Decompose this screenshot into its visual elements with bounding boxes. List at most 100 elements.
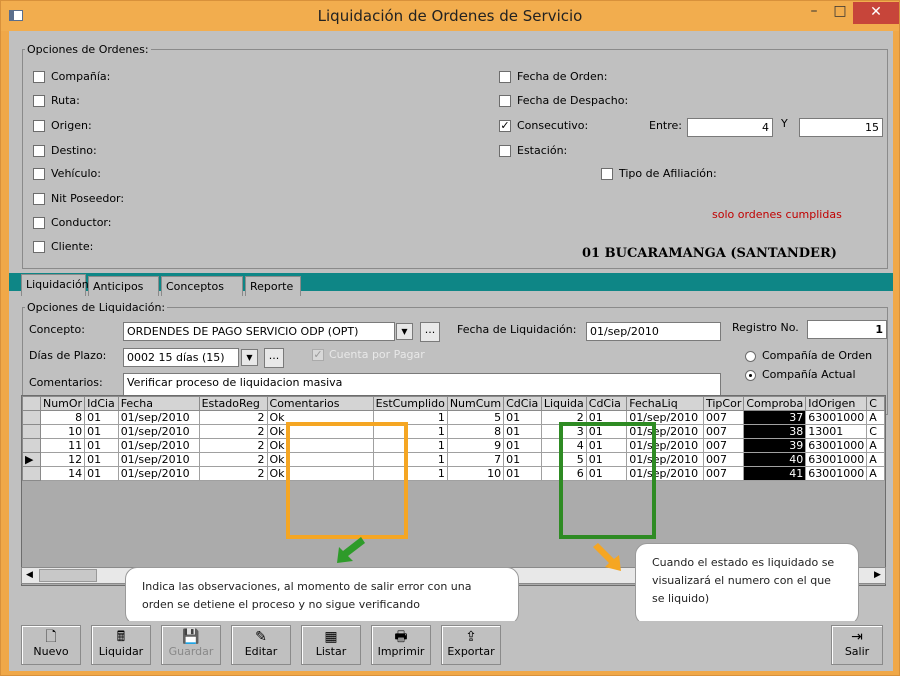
table-row[interactable]: 8 01 01/sep/2010 2 Ok 1 5 01 2 01 01/sep/2010 007 37…: [22, 410, 885, 425]
grid-cell[interactable]: 37: [743, 410, 807, 425]
grid-column-header[interactable]: Fecha: [117, 396, 200, 411]
grid-cell[interactable]: 007: [702, 438, 745, 453]
grid-cell[interactable]: 01/sep/2010: [117, 424, 200, 439]
fecha-liquidacion-input[interactable]: 01/sep/2010: [586, 322, 721, 341]
checkbox-2[interactable]: [33, 120, 45, 132]
grid-cell[interactable]: 7: [446, 452, 505, 467]
checkbox-7[interactable]: [33, 241, 45, 253]
maximize-button[interactable]: □: [827, 2, 853, 22]
grid-cell[interactable]: 8: [39, 410, 86, 425]
title-bar[interactable]: Liquidación de Ordenes de Servicio – □ ✕: [1, 1, 899, 31]
grid-column-header[interactable]: EstCumplido: [372, 396, 448, 411]
grid-cell[interactable]: 01: [503, 466, 542, 481]
checkbox-5[interactable]: [33, 193, 45, 205]
grid-cell[interactable]: 01/sep/2010: [117, 452, 200, 467]
grid-column-header[interactable]: CdCia: [585, 396, 628, 411]
minimize-button[interactable]: –: [801, 2, 827, 22]
grid-cell[interactable]: 01: [503, 410, 542, 425]
grid-cell[interactable]: 2: [198, 424, 268, 439]
grid-cell[interactable]: 007: [702, 424, 745, 439]
tipo-afiliacion-checkbox[interactable]: [601, 168, 613, 180]
checkbox-6[interactable]: [33, 217, 45, 229]
checkbox-0[interactable]: [33, 71, 45, 83]
grid-cell[interactable]: 2: [198, 452, 268, 467]
grid-cell[interactable]: 8: [446, 424, 505, 439]
grid-cell[interactable]: A: [866, 438, 885, 453]
grid-cell[interactable]: 63001000: [805, 410, 868, 425]
row-selector[interactable]: [22, 410, 41, 425]
y-input[interactable]: 15: [799, 118, 883, 137]
grid-cell[interactable]: 007: [702, 410, 745, 425]
grid-cell[interactable]: 007: [702, 452, 745, 467]
row-selector[interactable]: [22, 438, 41, 453]
grid-cell[interactable]: 13001: [805, 424, 868, 439]
scroll-left-icon[interactable]: ◀: [22, 568, 37, 583]
salir-button[interactable]: ⇥ Salir: [831, 625, 883, 665]
grid-cell[interactable]: 2: [198, 410, 268, 425]
dias-plazo-select[interactable]: 0002 15 días (15): [123, 348, 239, 367]
dias-plazo-dropdown-icon[interactable]: ▼: [241, 349, 258, 366]
listar-button[interactable]: ▦ Listar: [301, 625, 361, 665]
scroll-thumb[interactable]: [39, 569, 97, 582]
grid-cell[interactable]: 41: [743, 466, 807, 481]
scroll-right-icon[interactable]: ▶: [870, 568, 885, 583]
concepto-dropdown-icon[interactable]: ▼: [396, 323, 413, 340]
grid-cell[interactable]: 38: [743, 424, 807, 439]
grid-cell[interactable]: 12: [39, 452, 86, 467]
grid-column-header[interactable]: IdOrigen: [805, 396, 868, 411]
grid-cell[interactable]: 10: [446, 466, 505, 481]
grid-cell[interactable]: 5: [446, 410, 505, 425]
concepto-select[interactable]: ORDENDES DE PAGO SERVICIO ODP (OPT): [123, 322, 395, 341]
table-row[interactable]: 14 01 01/sep/2010 2 Ok 1 10 01 6 01 01/sep/2010 007…: [22, 466, 885, 481]
row-selector[interactable]: [22, 424, 41, 439]
grid-cell[interactable]: 9: [446, 438, 505, 453]
grid-cell[interactable]: 10: [39, 424, 86, 439]
close-button[interactable]: ✕: [853, 2, 899, 24]
dias-plazo-browse-button[interactable]: ...: [264, 348, 284, 368]
checkbox-4[interactable]: [33, 168, 45, 180]
concepto-browse-button[interactable]: ...: [420, 322, 440, 342]
grid-cell[interactable]: 01: [503, 438, 542, 453]
grid-column-header[interactable]: Comproba: [743, 396, 807, 411]
checkbox-3[interactable]: [33, 145, 45, 157]
grid-cell[interactable]: 01: [503, 452, 542, 467]
grid-cell[interactable]: 01: [84, 410, 119, 425]
guardar-button[interactable]: 💾 Guardar: [161, 625, 221, 665]
grid-cell[interactable]: 01/sep/2010: [117, 410, 200, 425]
registro-input[interactable]: 1: [807, 320, 887, 339]
editar-button[interactable]: ✎ Editar: [231, 625, 291, 665]
imprimir-button[interactable]: 🖶 Imprimir: [371, 625, 431, 665]
grid-column-header[interactable]: Liquida: [540, 396, 587, 411]
grid-cell[interactable]: 01/sep/2010: [117, 466, 200, 481]
grid-cell[interactable]: 63001000: [805, 452, 868, 467]
tab-anticipos[interactable]: Anticipos: [88, 276, 159, 296]
grid-cell[interactable]: 39: [743, 438, 807, 453]
tab-reporte[interactable]: Reporte: [245, 276, 301, 296]
fecha-despacho-checkbox[interactable]: [499, 95, 511, 107]
grid-cell[interactable]: 01: [84, 438, 119, 453]
grid-cell[interactable]: 01: [84, 466, 119, 481]
estacion-checkbox[interactable]: [499, 145, 511, 157]
row-selector[interactable]: ▶: [22, 452, 41, 467]
table-row[interactable]: 11 01 01/sep/2010 2 Ok 1 9 01 4 01 01/sep/2010 007 3…: [22, 438, 885, 453]
grid-cell[interactable]: 14: [39, 466, 86, 481]
grid-cell[interactable]: 01: [503, 424, 542, 439]
grid-cell[interactable]: 007: [702, 466, 745, 481]
grid-column-header[interactable]: CdCia: [503, 396, 542, 411]
grid-cell[interactable]: C: [866, 424, 885, 439]
tab-conceptos[interactable]: Conceptos: [161, 276, 243, 296]
grid-cell[interactable]: 01/sep/2010: [117, 438, 200, 453]
grid-cell[interactable]: 01: [84, 452, 119, 467]
radio-compania-orden[interactable]: [745, 351, 756, 362]
grid-cell[interactable]: 40: [743, 452, 807, 467]
exportar-button[interactable]: ⇪ Exportar: [441, 625, 501, 665]
grid-column-header[interactable]: EstadoReg: [198, 396, 268, 411]
grid-cell[interactable]: 2: [198, 466, 268, 481]
entre-input[interactable]: 4: [687, 118, 773, 137]
consecutivo-checkbox[interactable]: ✓: [499, 120, 511, 132]
row-selector[interactable]: [22, 466, 41, 481]
liquidar-button[interactable]: 🖩 Liquidar: [91, 625, 151, 665]
grid-column-header[interactable]: NumCum: [446, 396, 505, 411]
cuenta-pagar-checkbox[interactable]: ✓: [312, 349, 324, 361]
grid-column-header[interactable]: FechaLiq: [626, 396, 704, 411]
